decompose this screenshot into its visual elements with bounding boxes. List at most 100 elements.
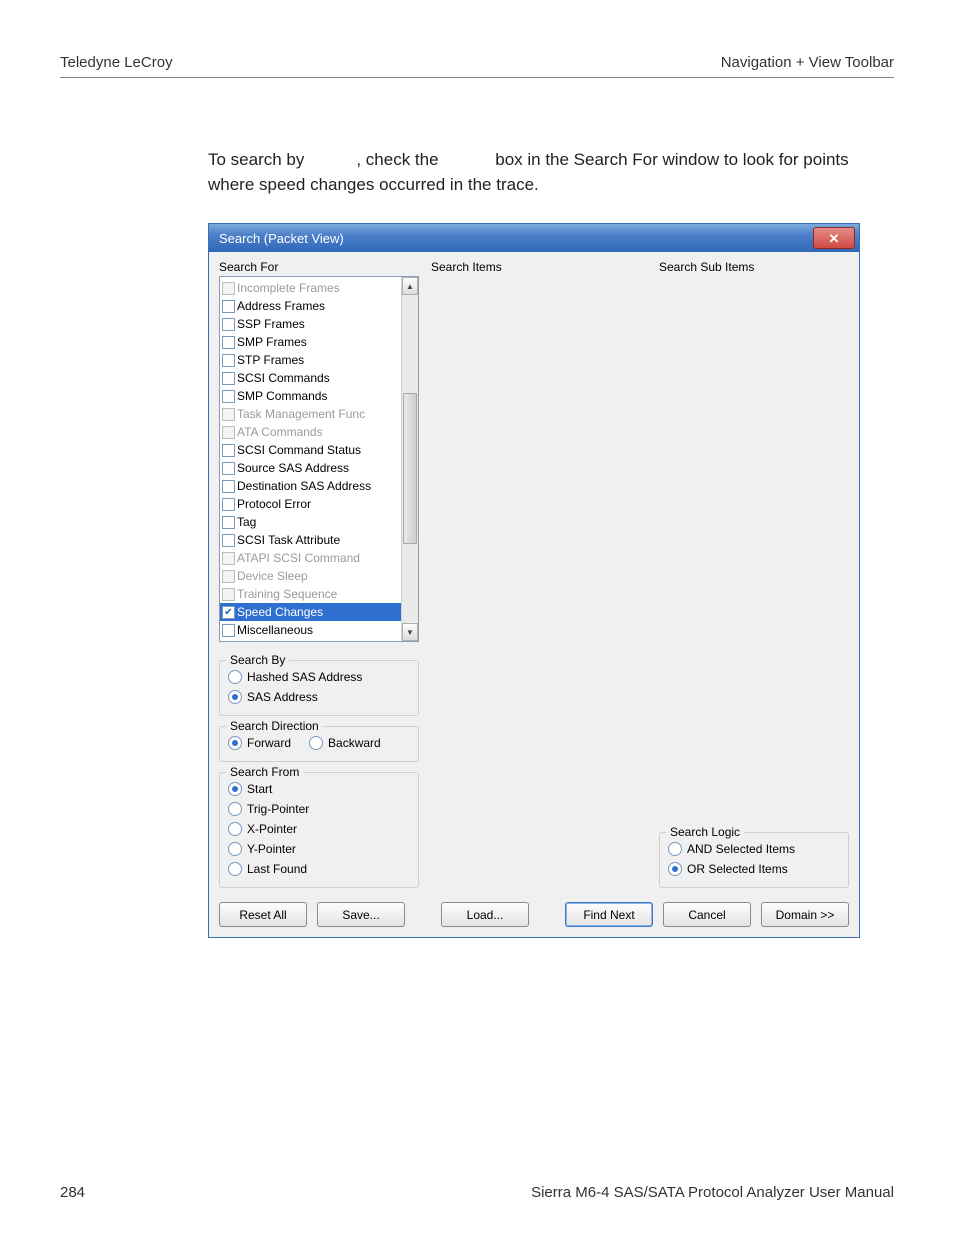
search-by-group: Search By Hashed SAS AddressSAS Address	[219, 660, 419, 716]
search-for-item[interactable]: SMP Commands	[220, 387, 402, 405]
search-for-item[interactable]: ATAPI SCSI Command	[220, 549, 402, 567]
radio-icon[interactable]	[228, 690, 242, 704]
checkbox-icon[interactable]	[222, 534, 235, 547]
checkbox-icon[interactable]	[222, 300, 235, 313]
search-for-item[interactable]: Miscellaneous	[220, 621, 402, 639]
footer-title: Sierra M6-4 SAS/SATA Protocol Analyzer U…	[531, 1184, 894, 1201]
radio-icon[interactable]	[228, 670, 242, 684]
checkbox-icon[interactable]	[222, 372, 235, 385]
radio-label: OR Selected Items	[687, 862, 788, 876]
search-for-item[interactable]: ✔Speed Changes	[220, 603, 402, 621]
search-direction-legend: Search Direction	[226, 719, 323, 733]
search-for-item[interactable]: Training Sequence	[220, 585, 402, 603]
radio-icon[interactable]	[228, 782, 242, 796]
search-for-item[interactable]: Device Sleep	[220, 567, 402, 585]
find-next-button[interactable]: Find Next	[565, 902, 653, 927]
search-for-item[interactable]: SCSI Command Status	[220, 441, 402, 459]
close-button[interactable]: ✕	[813, 227, 855, 249]
radio-option[interactable]: Forward	[228, 733, 291, 753]
radio-option[interactable]: OR Selected Items	[668, 859, 840, 879]
checkbox-icon[interactable]	[222, 516, 235, 529]
search-for-item[interactable]: Task Management Func	[220, 405, 402, 423]
radio-label: Y-Pointer	[247, 842, 296, 856]
search-for-listbox[interactable]: Incomplete Frames Address Frames SSP Frame…	[219, 276, 419, 642]
search-for-item-label: SCSI Command Status	[237, 443, 361, 457]
radio-option[interactable]: SAS Address	[228, 687, 410, 707]
radio-option[interactable]: Y-Pointer	[228, 839, 410, 859]
radio-label: X-Pointer	[247, 822, 297, 836]
search-for-item-label: Miscellaneous	[237, 623, 313, 637]
checkbox-icon[interactable]	[222, 444, 235, 457]
search-for-item[interactable]: Address Frames	[220, 297, 402, 315]
search-for-item-label: Protocol Error	[237, 497, 311, 511]
radio-label: Forward	[247, 736, 291, 750]
dialog-titlebar[interactable]: Search (Packet View) ✕	[209, 224, 859, 252]
reset-all-button[interactable]: Reset All	[219, 902, 307, 927]
search-for-item[interactable]: ATA Commands	[220, 423, 402, 441]
search-for-item[interactable]: Source SAS Address	[220, 459, 402, 477]
search-from-group: Search From StartTrig-PointerX-PointerY-…	[219, 772, 419, 888]
radio-option[interactable]: Start	[228, 779, 410, 799]
radio-icon[interactable]	[668, 862, 682, 876]
load-button[interactable]: Load...	[441, 902, 529, 927]
checkbox-icon[interactable]	[222, 498, 235, 511]
checkbox-icon[interactable]	[222, 480, 235, 493]
domain-button[interactable]: Domain >>	[761, 902, 849, 927]
radio-label: AND Selected Items	[687, 842, 795, 856]
search-for-item-label: Device Sleep	[237, 569, 308, 583]
save-button[interactable]: Save...	[317, 902, 405, 927]
checkbox-icon[interactable]	[222, 624, 235, 637]
search-by-legend: Search By	[226, 653, 289, 667]
radio-icon[interactable]	[228, 736, 242, 750]
search-sub-items-label: Search Sub Items	[659, 260, 849, 274]
search-for-item[interactable]: Destination SAS Address	[220, 477, 402, 495]
checkbox-icon[interactable]	[222, 552, 235, 565]
search-for-item-label: Address Frames	[237, 299, 325, 313]
radio-label: Trig-Pointer	[247, 802, 309, 816]
radio-option[interactable]: AND Selected Items	[668, 839, 840, 859]
search-for-item-label: STP Frames	[237, 353, 304, 367]
checkbox-icon[interactable]	[222, 282, 235, 295]
search-for-item-label: ATA Commands	[237, 425, 323, 439]
radio-icon[interactable]	[228, 802, 242, 816]
radio-icon[interactable]	[668, 842, 682, 856]
checkbox-icon[interactable]	[222, 318, 235, 331]
search-for-item-label: ATAPI SCSI Command	[237, 551, 360, 565]
radio-icon[interactable]	[228, 842, 242, 856]
radio-option[interactable]: Hashed SAS Address	[228, 667, 410, 687]
search-for-item[interactable]: Protocol Error	[220, 495, 402, 513]
checkbox-icon[interactable]	[222, 390, 235, 403]
search-for-item[interactable]: SMP Frames	[220, 333, 402, 351]
search-for-item[interactable]: STP Frames	[220, 351, 402, 369]
checkbox-icon[interactable]	[222, 588, 235, 601]
radio-option[interactable]: X-Pointer	[228, 819, 410, 839]
listbox-scrollbar[interactable]: ▲ ▼	[401, 277, 418, 641]
scroll-thumb[interactable]	[403, 393, 417, 544]
radio-option[interactable]: Backward	[309, 733, 381, 753]
dialog-title: Search (Packet View)	[219, 231, 344, 246]
radio-icon[interactable]	[228, 822, 242, 836]
radio-icon[interactable]	[309, 736, 323, 750]
radio-label: Last Found	[247, 862, 307, 876]
search-for-item-label: Source SAS Address	[237, 461, 349, 475]
checkbox-icon[interactable]	[222, 336, 235, 349]
checkbox-icon[interactable]	[222, 354, 235, 367]
radio-option[interactable]: Last Found	[228, 859, 410, 879]
search-for-item[interactable]: SCSI Commands	[220, 369, 402, 387]
search-for-item-label: SCSI Commands	[237, 371, 330, 385]
checkbox-icon[interactable]: ✔	[222, 606, 235, 619]
radio-option[interactable]: Trig-Pointer	[228, 799, 410, 819]
search-for-item[interactable]: Tag	[220, 513, 402, 531]
search-for-item-label: Training Sequence	[237, 587, 337, 601]
scroll-down-button[interactable]: ▼	[402, 623, 418, 641]
search-for-item[interactable]: Incomplete Frames	[220, 279, 402, 297]
checkbox-icon[interactable]	[222, 426, 235, 439]
radio-icon[interactable]	[228, 862, 242, 876]
search-for-item[interactable]: SSP Frames	[220, 315, 402, 333]
checkbox-icon[interactable]	[222, 408, 235, 421]
search-from-legend: Search From	[226, 765, 303, 779]
checkbox-icon[interactable]	[222, 570, 235, 583]
cancel-button[interactable]: Cancel	[663, 902, 751, 927]
checkbox-icon[interactable]	[222, 462, 235, 475]
search-for-item[interactable]: SCSI Task Attribute	[220, 531, 402, 549]
